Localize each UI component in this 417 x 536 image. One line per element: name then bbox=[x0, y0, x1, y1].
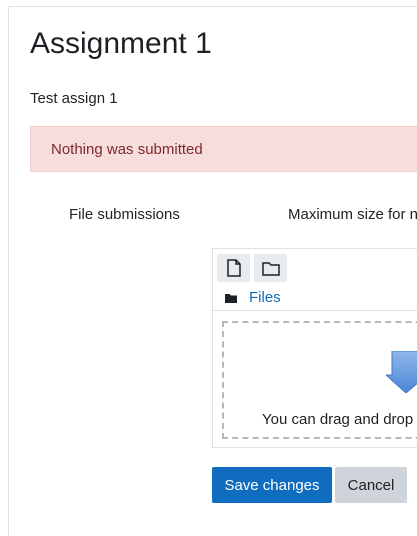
max-size-label: Maximum size for n bbox=[288, 206, 417, 223]
add-file-button[interactable] bbox=[217, 254, 250, 282]
create-folder-button[interactable] bbox=[254, 254, 287, 282]
file-manager-toolbar bbox=[217, 254, 287, 282]
file-manager-path: Files bbox=[225, 289, 281, 306]
folder-icon bbox=[261, 261, 280, 276]
alert-text: Nothing was submitted bbox=[51, 141, 203, 158]
cancel-button[interactable]: Cancel bbox=[335, 467, 407, 503]
folder-icon bbox=[225, 293, 237, 303]
file-submissions-label: File submissions bbox=[69, 206, 180, 223]
submission-status-alert: Nothing was submitted bbox=[30, 126, 417, 172]
page-title: Assignment 1 bbox=[30, 27, 212, 60]
file-dropzone[interactable]: You can drag and drop f bbox=[212, 310, 417, 449]
assignment-intro: Test assign 1 bbox=[30, 90, 118, 107]
dropzone-border: You can drag and drop f bbox=[222, 321, 417, 439]
files-path-link[interactable]: Files bbox=[249, 289, 281, 306]
download-arrow-icon bbox=[386, 351, 417, 393]
save-changes-button[interactable]: Save changes bbox=[212, 467, 332, 503]
file-icon bbox=[226, 259, 241, 277]
dropzone-text: You can drag and drop f bbox=[262, 411, 417, 428]
assignment-page: Assignment 1 Test assign 1 Nothing was s… bbox=[8, 6, 417, 536]
file-manager: Files You can drag and drop f bbox=[212, 248, 417, 448]
